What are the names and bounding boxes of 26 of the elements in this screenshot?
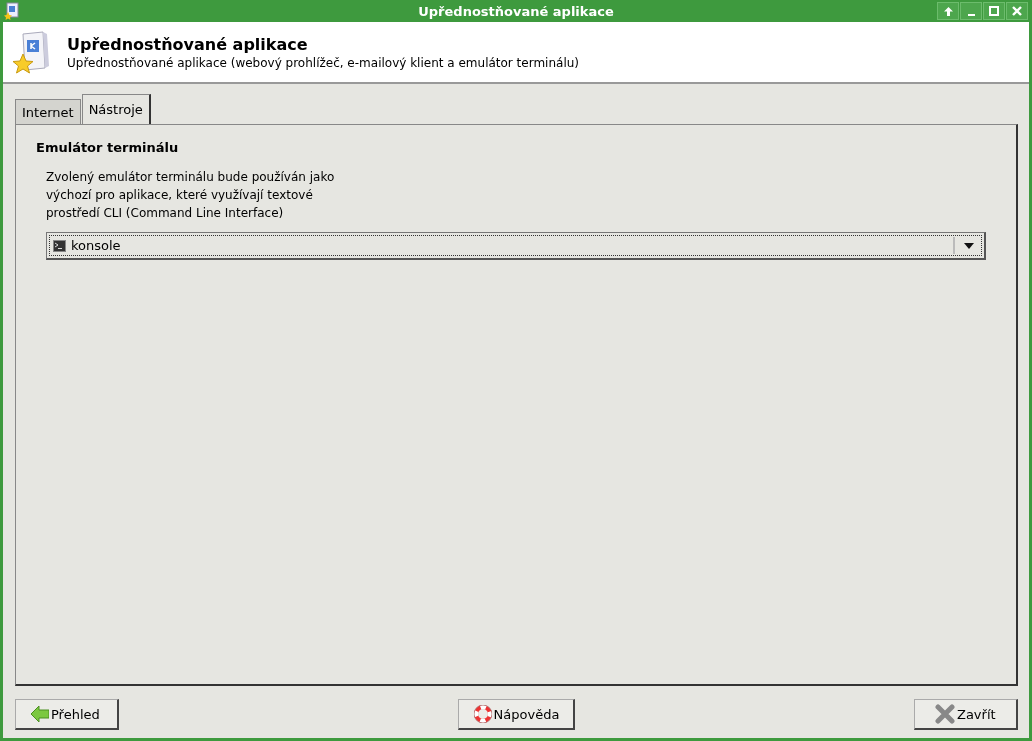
back-button[interactable]: Přehled [15,699,119,730]
app-icon [4,2,20,20]
up-arrow-icon [943,6,953,16]
window-title: Upřednostňované aplikace [418,3,614,19]
header-subtitle: Upřednostňované aplikace (webový prohlížeč, e-mailový klient a emulátor terminálu) [67,55,580,70]
header-title: Upřednostňované aplikace [67,34,309,54]
caret-icon [964,242,974,249]
tab[interactable]: Internet [15,99,81,124]
section-title: Emulátor terminálu [36,140,180,155]
description-text: Zvolený emulátor terminálu bude používán jako výchozí pro aplikace, které využívají textové prostředí CLI (Command Line Interface) [46,169,336,222]
arrow-icon [31,706,49,722]
terminal-dropdown[interactable]: konsole [46,232,986,260]
close-button[interactable] [1006,2,1028,20]
lifebuoy-icon [473,705,492,723]
maximize-button[interactable] [983,2,1005,20]
minimize-button[interactable] [960,2,982,20]
close-icon [1012,6,1022,16]
terminal-icon [53,239,66,252]
maximize-icon [989,6,999,16]
help-button[interactable]: Nápověda [457,699,576,730]
shade-button[interactable] [937,2,959,20]
minimize-icon [967,13,975,16]
tab[interactable]: Nástroje [81,94,151,124]
close-dialog-button[interactable]: Zavřít [914,699,1018,730]
dropdown-value: konsole [71,238,121,253]
x-icon [935,704,955,724]
